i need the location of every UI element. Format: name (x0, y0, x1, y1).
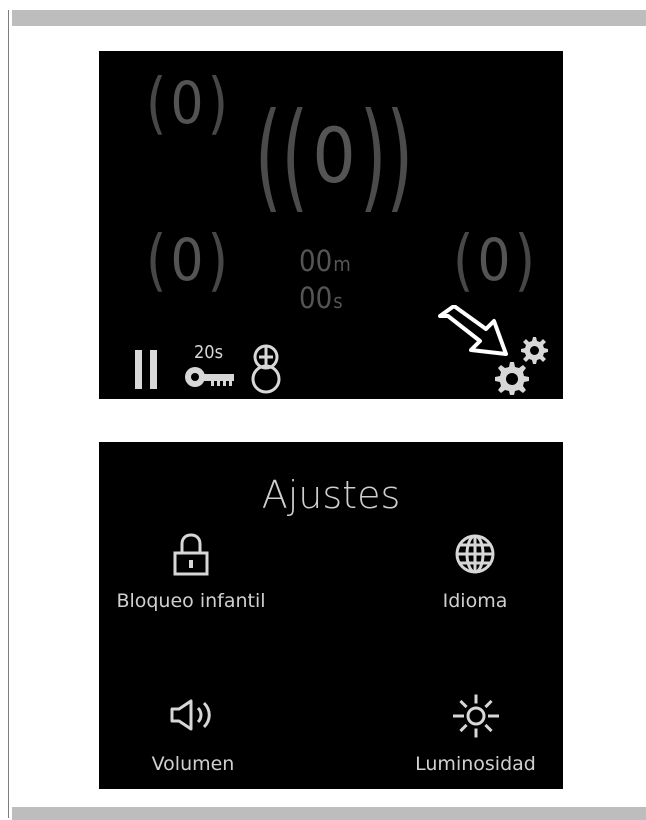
bottom-gray-rule (12, 807, 646, 820)
zone-bottom-left-right-bracket: ) (207, 220, 228, 300)
setting-volume[interactable]: Volumen (143, 697, 243, 775)
timer-minutes-unit: m (333, 252, 351, 276)
timer-seconds-row: 00s (299, 284, 343, 313)
zone-top-left[interactable]: ( 0 ) (123, 64, 251, 142)
zone-bottom-left[interactable]: ( 0 ) (123, 221, 251, 299)
setting-language[interactable]: Idioma (417, 533, 533, 621)
manual-page: ( 0 ) (( 0 )) ( 0 ) ( 0 ) 00m 00s 20s Aj… (0, 0, 646, 820)
zone-bottom-left-value: 0 (170, 226, 204, 294)
zone-bottom-left-left-bracket: ( (146, 220, 167, 300)
zone-top-left-left-bracket: ( (146, 63, 167, 143)
control-screen: ( 0 ) (( 0 )) ( 0 ) ( 0 ) 00m 00s 20s (99, 51, 563, 399)
settings-screen: Ajustes Bloqueo infantil Idioma Volumen … (99, 442, 563, 789)
key-timer-button[interactable]: 20s (184, 344, 239, 392)
pause-left-bar (135, 350, 142, 389)
zone-top-left-value: 0 (170, 69, 204, 137)
timer-minutes-row: 00m (299, 247, 351, 276)
pause-icon[interactable] (135, 350, 157, 389)
setting-child-lock-label: Bloqueo infantil (116, 590, 266, 612)
zone-center-right-waves: )) (359, 86, 414, 225)
left-page-rule (8, 10, 9, 818)
timer-seconds-value: 00 (299, 281, 333, 315)
setting-brightness[interactable]: Luminosidad (404, 694, 547, 776)
zone-bottom-right-value: 0 (477, 226, 511, 294)
setting-child-lock[interactable]: Bloqueo infantil (106, 533, 276, 621)
globe-icon (455, 534, 495, 574)
key-timer-label: 20s (194, 342, 224, 363)
timer-seconds-unit: s (333, 289, 343, 313)
timer-minutes-value: 00 (299, 244, 333, 278)
setting-brightness-label: Luminosidad (415, 753, 536, 775)
zone-center-left-waves: (( (254, 86, 309, 225)
gear-icon[interactable] (488, 337, 550, 395)
zone-bottom-right-left-bracket: ( (453, 220, 474, 300)
top-gray-rule (12, 10, 646, 26)
timer-display: 00m 00s (299, 239, 371, 313)
zone-bottom-right[interactable]: ( 0 ) (430, 221, 558, 299)
settings-title: Ajustes (261, 473, 401, 517)
setting-language-label: Idioma (442, 590, 508, 612)
zone-center-value: 0 (312, 111, 356, 200)
zone-bottom-right-right-bracket: ) (514, 220, 535, 300)
lock-icon (173, 533, 209, 576)
zone-center[interactable]: (( 0 )) (249, 96, 419, 216)
pause-right-bar (150, 350, 157, 389)
key-icon (185, 367, 234, 387)
brightness-icon (452, 694, 499, 738)
setting-volume-label: Volumen (151, 753, 235, 775)
zone-top-left-right-bracket: ) (207, 63, 228, 143)
link-icon[interactable] (249, 344, 283, 396)
volume-icon (170, 699, 211, 731)
